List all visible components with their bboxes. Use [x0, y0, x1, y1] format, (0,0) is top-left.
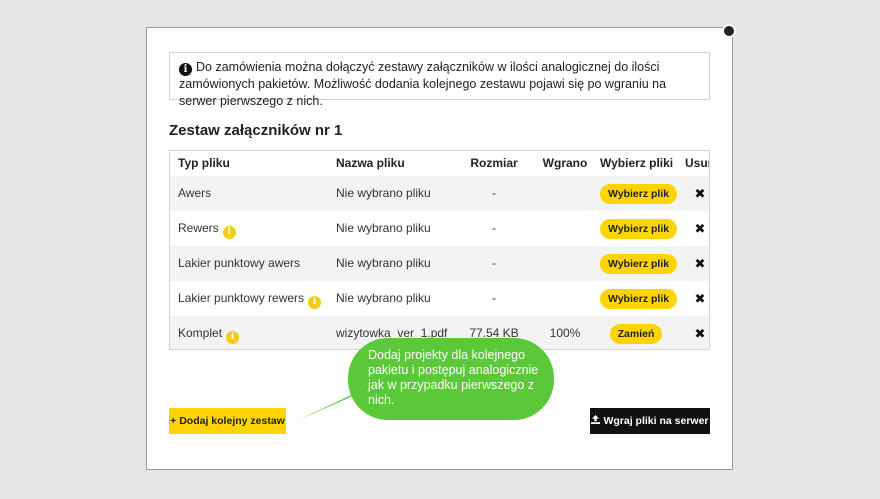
row-file-name: Nie wybrano pliku	[336, 291, 431, 305]
close-icon[interactable]	[722, 24, 736, 38]
info-icon[interactable]: i	[226, 331, 240, 344]
row-size: -	[492, 221, 496, 235]
choose-file-button[interactable]: Wybierz plik	[600, 289, 678, 309]
files-table: Typ pliku Nazwa pliku Rozmiar Wgrano Wyb…	[169, 150, 710, 350]
choose-file-button[interactable]: Wybierz plik	[600, 254, 678, 274]
delete-icon[interactable]: ✖	[695, 186, 706, 201]
info-notice: i Do zamówienia można dołączyć zestawy za…	[169, 52, 710, 108]
header-delete: Usuń	[685, 156, 709, 170]
info-icon[interactable]: i	[222, 226, 236, 239]
delete-icon[interactable]: ✖	[695, 291, 706, 306]
row-size: -	[492, 291, 496, 305]
add-set-label: Dodaj kolejny zestaw	[179, 415, 285, 427]
set-title: Zestaw załączników nr 1	[169, 122, 343, 139]
tooltip-text: Dodaj projekty dla kolejnego pakietu i p…	[368, 348, 539, 407]
header-size: Rozmiar	[470, 156, 518, 170]
row-file-name: Nie wybrano pliku	[336, 186, 431, 200]
row-size: -	[492, 186, 496, 200]
header-name: Nazwa pliku	[336, 156, 405, 170]
table-header: Typ pliku Nazwa pliku Rozmiar Wgrano Wyb…	[170, 151, 709, 176]
table-row: Awers Nie wybrano pliku - Wybierz plik ✖	[170, 176, 709, 211]
info-icon: i	[179, 63, 192, 76]
row-type: Lakier punktowy awers	[178, 256, 301, 270]
row-uploaded	[534, 281, 596, 316]
row-uploaded	[534, 246, 596, 281]
choose-file-button[interactable]: Wybierz plik	[600, 219, 678, 239]
upload-button[interactable]: Wgraj pliki na serwer	[590, 408, 710, 434]
table-row: Lakier punktowy rewers i Nie wybrano plik…	[170, 281, 709, 316]
table-row: Rewers i Nie wybrano pliku - Wybierz plik…	[170, 211, 709, 246]
table-row: Lakier punktowy awers Nie wybrano pliku …	[170, 246, 709, 281]
row-type: Awers	[178, 186, 212, 200]
row-uploaded	[534, 176, 596, 211]
choose-file-button[interactable]: Wybierz plik	[600, 184, 678, 204]
add-set-button[interactable]: + Dodaj kolejny zestaw	[169, 408, 286, 434]
row-file-name: Nie wybrano pliku	[336, 221, 431, 235]
delete-icon[interactable]: ✖	[695, 326, 706, 341]
row-type: Lakier punktowy rewers	[178, 291, 305, 305]
header-uploaded: Wgrano	[542, 156, 588, 170]
row-size: -	[492, 256, 496, 270]
row-uploaded	[534, 211, 596, 246]
header-pick: Wybierz pliki	[600, 156, 674, 170]
delete-icon[interactable]: ✖	[695, 256, 706, 271]
info-icon[interactable]: i	[308, 296, 322, 309]
delete-icon[interactable]: ✖	[695, 221, 706, 236]
row-file-name: Nie wybrano pliku	[336, 256, 431, 270]
row-type: Komplet	[178, 326, 223, 340]
header-type: Typ pliku	[178, 156, 230, 170]
replace-file-button[interactable]: Zamień	[609, 324, 663, 344]
upload-label: Wgraj pliki na serwer	[603, 415, 709, 427]
plus-icon: +	[170, 415, 177, 427]
upload-icon	[591, 409, 601, 435]
row-type: Rewers	[178, 221, 219, 235]
